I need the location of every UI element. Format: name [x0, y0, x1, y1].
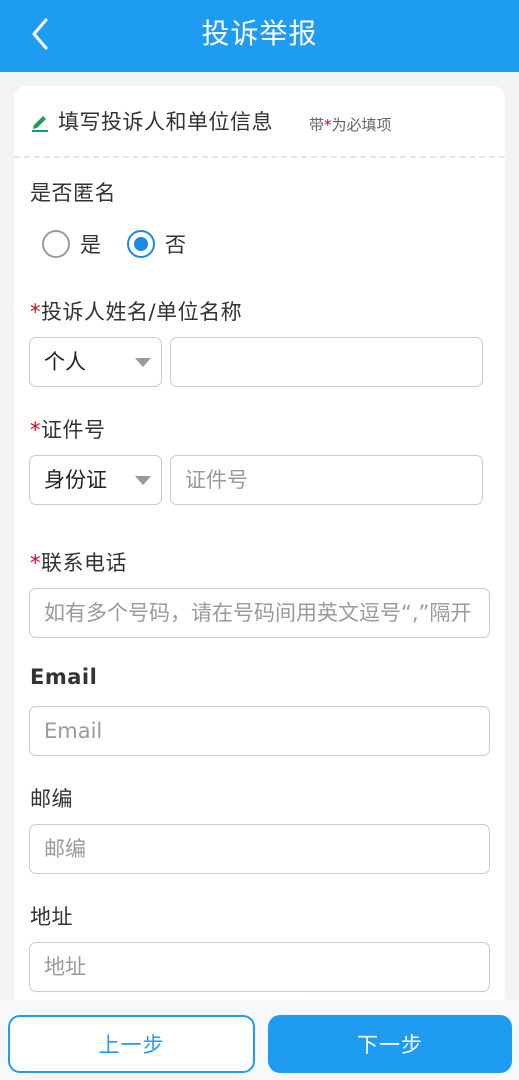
- chevron-left-icon: [32, 18, 48, 50]
- form-card: 填写投诉人和单位信息 带*为必填项 是否匿名 是 否 *投诉人姓名/单位名称 个…: [14, 86, 505, 1006]
- required-star: *: [30, 418, 41, 442]
- required-note-prefix: 带: [309, 116, 325, 134]
- email-input[interactable]: [29, 706, 490, 756]
- required-note: 带*为必填项: [309, 114, 392, 135]
- radio-label-no: 否: [165, 233, 186, 257]
- edit-pen-icon: [32, 116, 48, 132]
- id-type-value: 身份证: [44, 468, 107, 492]
- postcode-input[interactable]: [29, 824, 490, 874]
- id-number-label-text: 证件号: [41, 418, 106, 442]
- app-header: 投诉举报: [0, 0, 519, 72]
- complainant-label-text: 投诉人姓名/单位名称: [41, 300, 243, 324]
- page-title: 投诉举报: [201, 17, 318, 50]
- complainant-name-input[interactable]: [170, 337, 483, 387]
- id-number-input[interactable]: [170, 455, 483, 505]
- phone-label-text: 联系电话: [41, 551, 127, 575]
- id-number-label: *证件号: [30, 414, 106, 444]
- complainant-type-select[interactable]: 个人: [29, 337, 162, 387]
- address-input[interactable]: [29, 942, 490, 992]
- complainant-label: *投诉人姓名/单位名称: [30, 296, 242, 326]
- postcode-label: 邮编: [30, 787, 73, 811]
- address-label: 地址: [30, 905, 73, 929]
- radio-anonymous-no[interactable]: 否: [127, 226, 186, 262]
- anonymous-label: 是否匿名: [30, 181, 116, 205]
- footer-bar: 上一步 下一步: [0, 1000, 519, 1080]
- required-star: *: [324, 116, 332, 134]
- radio-circle-checked: [127, 230, 155, 258]
- required-note-suffix: 为必填项: [331, 116, 392, 134]
- next-step-button[interactable]: 下一步: [268, 1015, 512, 1073]
- email-label: Email: [30, 665, 98, 689]
- prev-step-button[interactable]: 上一步: [8, 1015, 255, 1073]
- radio-label-yes: 是: [80, 233, 101, 257]
- id-type-select[interactable]: 身份证: [29, 455, 162, 505]
- radio-anonymous-yes[interactable]: 是: [42, 226, 101, 262]
- caret-down-icon: [135, 476, 151, 485]
- required-star: *: [30, 300, 41, 324]
- caret-down-icon: [135, 358, 151, 367]
- phone-label: *联系电话: [30, 547, 127, 577]
- section-header: 填写投诉人和单位信息 带*为必填项: [14, 86, 505, 158]
- required-star: *: [30, 551, 41, 575]
- back-button[interactable]: [22, 12, 62, 56]
- radio-circle-unchecked: [42, 230, 70, 258]
- phone-input[interactable]: [29, 588, 490, 638]
- section-title: 填写投诉人和单位信息: [58, 110, 273, 134]
- complainant-type-value: 个人: [44, 350, 86, 374]
